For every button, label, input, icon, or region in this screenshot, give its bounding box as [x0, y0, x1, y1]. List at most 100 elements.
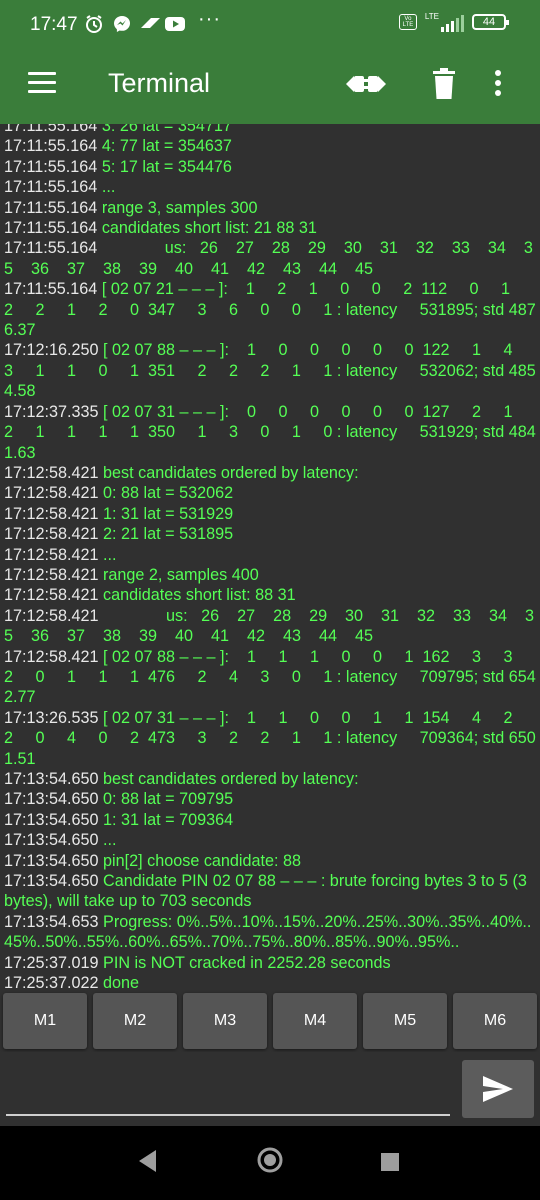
terminal-line: 17:13:54.650 Candidate PIN 02 07 88 – – … — [4, 871, 536, 912]
line-timestamp: 17:13:54.650 — [4, 831, 99, 850]
home-icon[interactable] — [256, 1146, 284, 1179]
terminal-line: 17:13:54.650 best candidates ordered by … — [4, 769, 536, 789]
line-timestamp: 17:13:54.650 — [4, 790, 99, 809]
terminal-line: 17:25:37.022 done — [4, 973, 536, 988]
line-timestamp: 17:12:16.250 — [4, 341, 99, 360]
line-timestamp: 17:11:55.164 — [4, 219, 98, 238]
terminal-line: 17:12:58.421 2: 21 lat = 531895 — [4, 524, 536, 544]
line-timestamp: 17:11:55.164 — [4, 137, 98, 156]
terminal-line: 17:12:58.421 0: 88 lat = 532062 — [4, 483, 536, 503]
lte-signal-icon: LTE — [425, 12, 464, 32]
terminal-line: 17:11:55.164 range 3, samples 300 — [4, 198, 536, 218]
more-vert-icon[interactable] — [488, 66, 508, 102]
macro-button-m2[interactable]: M2 — [93, 993, 177, 1049]
alarm-icon — [84, 14, 104, 39]
line-timestamp: 17:11:55.164 — [4, 178, 98, 197]
line-message: range 3, samples 300 — [97, 198, 258, 217]
send-button[interactable] — [462, 1060, 534, 1118]
terminal-output[interactable]: 17:11:55.164 3: 26 lat = 354717 17:11:55.… — [0, 124, 540, 988]
cloud-icon — [138, 14, 162, 39]
terminal-line: 17:13:26.535 [ 02 07 31 – – – ]: 1 1 0 0… — [4, 708, 536, 769]
macro-button-m1[interactable]: M1 — [3, 993, 87, 1049]
terminal-lines: 17:11:55.164 3: 26 lat = 354717 17:11:55.… — [4, 124, 536, 988]
line-message: done — [98, 974, 140, 988]
line-message: ... — [98, 831, 117, 850]
line-message: pin[2] choose candidate: 88 — [98, 851, 302, 870]
line-timestamp: 17:13:26.535 — [4, 708, 99, 727]
recents-icon[interactable] — [380, 1152, 400, 1177]
line-timestamp: 17:11:55.164 — [4, 239, 98, 258]
back-icon[interactable] — [136, 1148, 158, 1179]
connect-icon[interactable] — [344, 66, 386, 102]
line-timestamp: 17:13:54.653 — [4, 912, 99, 931]
status-time: 17:47 — [30, 14, 78, 35]
more-dots-icon: ··· — [198, 8, 221, 30]
line-timestamp: 17:12:58.421 — [4, 647, 99, 666]
send-icon — [483, 1076, 513, 1102]
line-message: 1: 31 lat = 531929 — [98, 504, 234, 523]
lte-label: LTE — [424, 12, 439, 21]
line-message: best candidates ordered by latency: — [98, 770, 359, 788]
macro-button-m3[interactable]: M3 — [183, 993, 267, 1049]
terminal-line: 17:12:58.421 ... — [4, 545, 536, 565]
line-timestamp: 17:12:58.421 — [4, 463, 99, 482]
macro-button-m4[interactable]: M4 — [273, 993, 357, 1049]
status-bar: 17:47 ··· Vo LTE LTE 44 — [0, 0, 540, 44]
command-input[interactable] — [6, 1068, 450, 1116]
line-message: 4: 77 lat = 354637 — [97, 137, 232, 156]
line-message: ... — [97, 178, 116, 197]
app-bar: Terminal — [0, 44, 540, 124]
line-message: 3: 26 lat = 354717 — [97, 124, 232, 135]
menu-icon[interactable] — [28, 72, 56, 94]
battery-icon: 44 — [472, 14, 509, 30]
line-message: 2: 21 lat = 531895 — [98, 525, 234, 544]
line-timestamp: 17:13:54.650 — [4, 851, 99, 870]
terminal-line: 17:12:58.421 range 2, samples 400 — [4, 565, 536, 585]
line-timestamp: 17:25:37.019 — [4, 953, 99, 972]
system-nav-bar — [0, 1126, 540, 1200]
terminal-line: 17:13:54.650 ... — [4, 830, 536, 850]
line-timestamp: 17:12:58.421 — [4, 545, 99, 564]
terminal-line: 17:11:55.164 3: 26 lat = 354717 — [4, 124, 536, 136]
line-timestamp: 17:11:55.164 — [4, 198, 98, 217]
line-timestamp: 17:12:58.421 — [4, 525, 99, 544]
line-message: 1: 31 lat = 709364 — [98, 810, 234, 829]
macro-bar: M1 M2 M3 M4 M5 M6 — [0, 990, 540, 1052]
line-timestamp: 17:25:37.022 — [4, 974, 99, 988]
line-message: best candidates ordered by latency: — [98, 463, 359, 482]
line-timestamp: 17:11:55.164 — [4, 124, 98, 135]
youtube-icon — [164, 14, 186, 39]
line-message: candidates short list: 21 88 31 — [97, 219, 317, 238]
page-title: Terminal — [108, 68, 211, 98]
terminal-line: 17:12:37.335 [ 02 07 31 – – – ]: 0 0 0 0… — [4, 402, 536, 463]
terminal-line: 17:12:58.421 [ 02 07 88 – – – ]: 1 1 1 0… — [4, 647, 536, 708]
line-message: range 2, samples 400 — [98, 565, 259, 584]
status-right-icons: Vo LTE LTE 44 — [398, 12, 509, 32]
line-timestamp: 17:12:58.421 — [4, 586, 99, 605]
macro-button-m6[interactable]: M6 — [453, 993, 537, 1049]
input-row — [0, 1052, 540, 1126]
line-message: ... — [98, 545, 117, 564]
terminal-line: 17:13:54.653 Progress: 0%..5%..10%..15%.… — [4, 912, 536, 953]
trash-icon[interactable] — [424, 66, 464, 102]
terminal-line: 17:11:55.164 4: 77 lat = 354637 — [4, 136, 536, 156]
line-message: candidates short list: 88 31 — [98, 586, 296, 605]
terminal-line: 17:12:16.250 [ 02 07 88 – – – ]: 1 0 0 0… — [4, 340, 536, 401]
line-timestamp: 17:13:54.650 — [4, 872, 99, 891]
line-timestamp: 17:12:58.421 — [4, 504, 99, 523]
terminal-line: 17:12:58.421 1: 31 lat = 531929 — [4, 504, 536, 524]
macro-button-m5[interactable]: M5 — [363, 993, 447, 1049]
terminal-line: 17:13:54.650 0: 88 lat = 709795 — [4, 789, 536, 809]
line-message: PIN is NOT cracked in 2252.28 seconds — [98, 953, 391, 972]
line-timestamp: 17:12:37.335 — [4, 402, 99, 421]
terminal-line: 17:11:55.164 us: 26 27 28 29 30 31 32 33… — [4, 238, 536, 279]
line-timestamp: 17:13:54.650 — [4, 810, 99, 829]
line-message: 5: 17 lat = 354476 — [97, 157, 232, 176]
terminal-line: 17:11:55.164 ... — [4, 177, 536, 197]
line-timestamp: 17:12:58.421 — [4, 606, 99, 625]
terminal-line: 17:12:58.421 candidates short list: 88 3… — [4, 585, 536, 605]
terminal-line: 17:11:55.164 5: 17 lat = 354476 — [4, 157, 536, 177]
line-timestamp: 17:13:54.650 — [4, 770, 99, 788]
volte-icon: Vo LTE — [398, 14, 417, 30]
line-timestamp: 17:11:55.164 — [4, 157, 98, 176]
